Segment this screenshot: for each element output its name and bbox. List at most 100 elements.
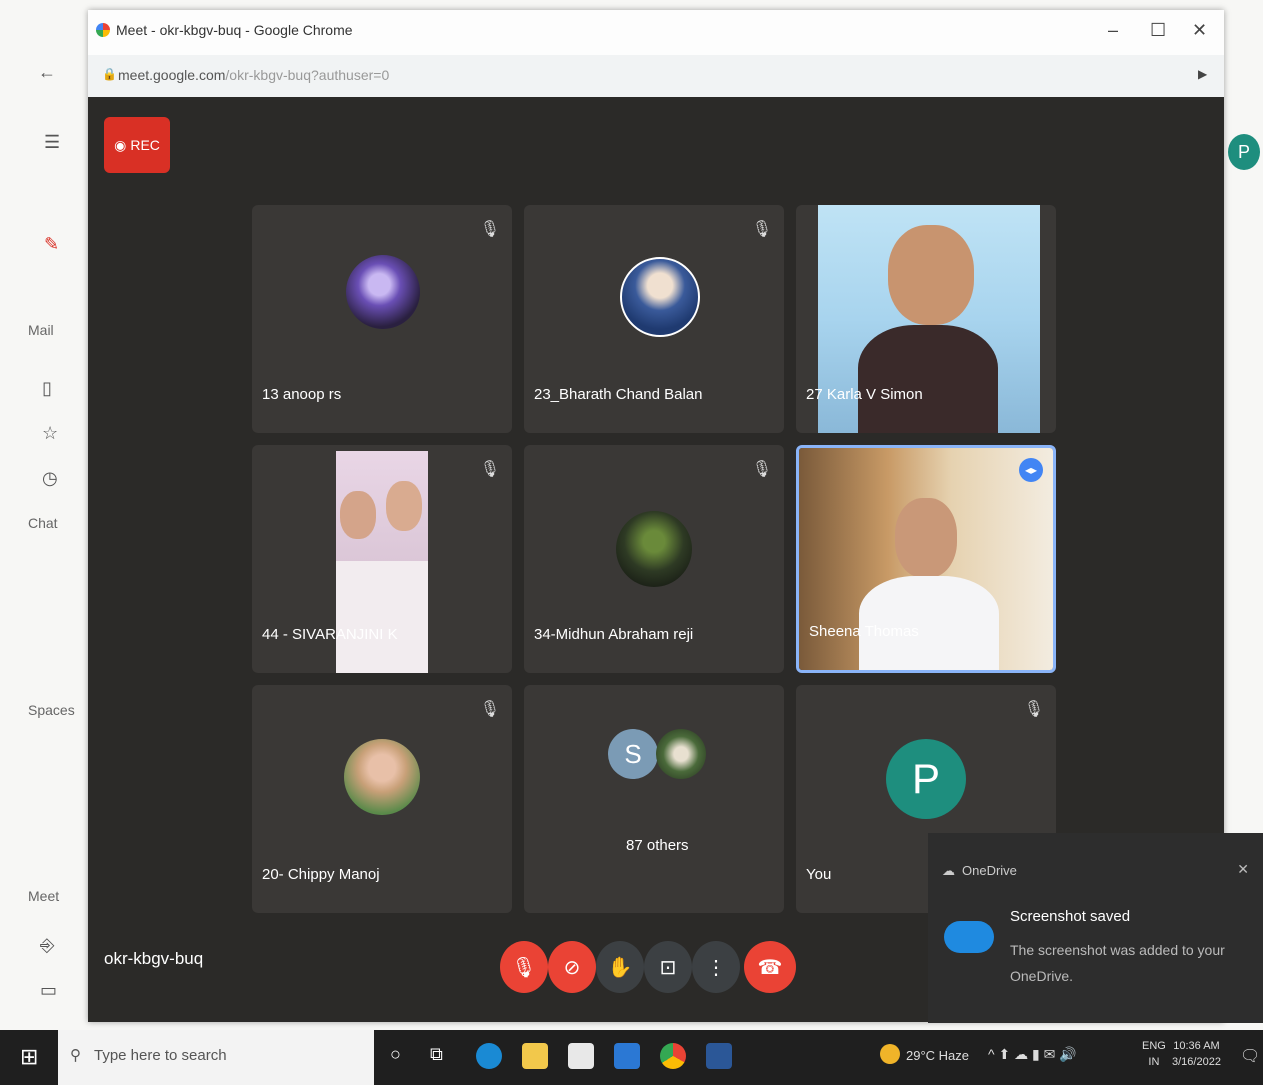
new-meeting-icon[interactable]: ⎆ (40, 935, 54, 956)
clock-time: 10:36 AM (1173, 1040, 1220, 1052)
language-indicator[interactable]: ENG IN (1142, 1038, 1166, 1070)
mic-muted-icon: 🎙 (1023, 701, 1044, 718)
participant-name: 44 - SIVARANJINI K (262, 626, 398, 643)
snoozed-icon[interactable]: ◷ (42, 468, 58, 489)
clock-date: 3/16/2022 (1172, 1056, 1221, 1068)
leave-call-button[interactable]: ☎ (744, 941, 796, 993)
back-arrow-icon[interactable]: ← (38, 62, 56, 83)
more-options-button[interactable]: ⋮ (692, 941, 740, 993)
url-path: /okr-kbgv-buq?authuser=0 (225, 67, 390, 83)
onedrive-notification[interactable]: ☁ OneDrive ✕ Screenshot saved The screen… (928, 833, 1263, 1023)
participant-avatar (346, 255, 420, 329)
address-bar[interactable]: 🔒 meet.google.com/okr-kbgv-buq?authuser=… (88, 55, 1224, 97)
participant-tile[interactable]: 🎙 44 - SIVARANJINI K (252, 445, 512, 673)
participant-tile-others[interactable]: S 87 others (524, 685, 784, 913)
present-screen-icon: ⊡ (659, 956, 677, 979)
chrome-taskbar-icon[interactable] (660, 1043, 686, 1069)
notification-title: Screenshot saved (1010, 908, 1131, 925)
tray-icons[interactable]: ^ ⬆ ☁ ▮ ✉ 🔊 (988, 1046, 1077, 1063)
mic-off-button[interactable]: 🎙 (500, 941, 548, 993)
present-button[interactable]: ⊡ (644, 941, 692, 993)
participant-name: 27 Karla V Simon (806, 386, 923, 403)
participant-name: 34-Midhun Abraham reji (534, 626, 694, 643)
onedrive-small-icon: ☁ (942, 863, 955, 878)
windows-start-icon[interactable]: ⊞ (20, 1044, 38, 1070)
camera-off-button[interactable]: ⊘ (548, 941, 596, 993)
others-avatar-2 (656, 729, 706, 779)
minimize-icon[interactable]: – (1108, 20, 1118, 41)
starred-icon[interactable]: ☆ (42, 423, 58, 444)
participant-tile[interactable]: 🎙 34-Midhun Abraham reji (524, 445, 784, 673)
camera-off-icon: ⊘ (563, 956, 581, 979)
gmail-account-avatar[interactable]: P (1228, 134, 1260, 170)
participant-name: You (806, 866, 832, 883)
menu-icon[interactable]: ☰ (44, 132, 60, 153)
recording-badge: ◉ REC (104, 117, 170, 173)
weather-icon (880, 1044, 900, 1064)
language-secondary: IN (1148, 1056, 1160, 1068)
participant-tile[interactable]: 🎙 20- Chippy Manoj (252, 685, 512, 913)
hand-icon: ✋ (607, 956, 633, 979)
url-host: meet.google.com (118, 67, 226, 83)
search-icon: ⚲ (70, 1047, 81, 1064)
mic-muted-icon: 🎙 (479, 701, 500, 718)
word-icon[interactable] (706, 1043, 732, 1069)
file-explorer-icon[interactable] (522, 1043, 548, 1069)
inbox-icon[interactable]: ▯ (42, 378, 52, 399)
clock[interactable]: 10:36 AM 3/16/2022 (1172, 1038, 1221, 1070)
recording-label: REC (130, 137, 160, 153)
participant-name: 87 others (626, 837, 689, 854)
weather-text[interactable]: 29°C Haze (906, 1048, 969, 1063)
participant-name: 13 anoop rs (262, 386, 342, 403)
participant-name: Sheena Thomas (809, 623, 919, 640)
end-call-icon: ☎ (757, 956, 783, 979)
lock-icon: 🔒 (102, 67, 117, 81)
mic-off-icon: 🎙 (511, 956, 537, 979)
mic-muted-icon: 🎙 (479, 461, 500, 478)
windows-taskbar: ⊞ ⚲ Type here to search ○ ⧉ 29°C Haze ^ … (0, 1030, 1263, 1085)
onedrive-cloud-icon (944, 921, 994, 953)
more-vert-icon: ⋮ (706, 956, 726, 979)
raise-hand-button[interactable]: ✋ (596, 941, 644, 993)
participant-tile[interactable]: 🎙 23_Bharath Chand Balan (524, 205, 784, 433)
window-title: Meet - okr-kbgv-buq - Google Chrome (116, 22, 353, 38)
gmail-section-spaces[interactable]: Spaces (28, 702, 75, 718)
participant-name: 20- Chippy Manoj (262, 866, 380, 883)
participant-tile[interactable]: 🎙 13 anoop rs (252, 205, 512, 433)
meet-favicon-icon (96, 23, 110, 37)
notification-app-name: OneDrive (962, 863, 1017, 878)
others-avatar: S (608, 729, 658, 779)
gmail-section-chat[interactable]: Chat (28, 515, 58, 531)
meeting-code: okr-kbgv-buq (104, 949, 204, 968)
taskbar-search-box[interactable]: ⚲ Type here to search (58, 1030, 374, 1085)
search-placeholder: Type here to search (94, 1047, 227, 1064)
participant-name: 23_Bharath Chand Balan (534, 386, 703, 403)
mic-muted-icon: 🎙 (751, 461, 772, 478)
self-avatar: P (886, 739, 966, 819)
edge-icon[interactable] (476, 1043, 502, 1069)
store-icon[interactable] (614, 1043, 640, 1069)
my-meetings-icon[interactable]: ▭ (40, 980, 57, 1001)
close-icon[interactable]: ✕ (1192, 20, 1207, 41)
task-view-icon[interactable]: ⧉ (430, 1044, 443, 1065)
mic-muted-icon: 🎙 (751, 221, 772, 238)
compose-pencil-icon[interactable]: ✎ (44, 234, 59, 255)
maximize-icon[interactable]: ☐ (1150, 20, 1166, 41)
record-dot-icon: ◉ (114, 136, 127, 153)
notification-body: The screenshot was added to your OneDriv… (1010, 942, 1225, 984)
participant-tile-active-speaker[interactable]: ◂▸ Sheena Thomas (796, 445, 1056, 673)
speaking-indicator-icon: ◂▸ (1019, 458, 1043, 482)
gmail-section-mail[interactable]: Mail (28, 322, 54, 338)
participant-avatar (616, 511, 692, 587)
url-text[interactable]: meet.google.com/okr-kbgv-buq?authuser=0 (118, 67, 389, 83)
notification-center-icon[interactable]: 🗨 (1240, 1046, 1260, 1066)
notification-close-icon[interactable]: ✕ (1237, 861, 1249, 878)
cortana-icon[interactable]: ○ (390, 1044, 401, 1065)
calculator-icon[interactable] (568, 1043, 594, 1069)
mic-muted-icon: 🎙 (479, 221, 500, 238)
language-primary: ENG (1142, 1040, 1166, 1052)
cast-icon[interactable]: ▶ (1198, 67, 1207, 81)
participant-avatar (344, 739, 420, 815)
gmail-section-meet[interactable]: Meet (28, 888, 59, 904)
participant-tile[interactable]: 27 Karla V Simon (796, 205, 1056, 433)
